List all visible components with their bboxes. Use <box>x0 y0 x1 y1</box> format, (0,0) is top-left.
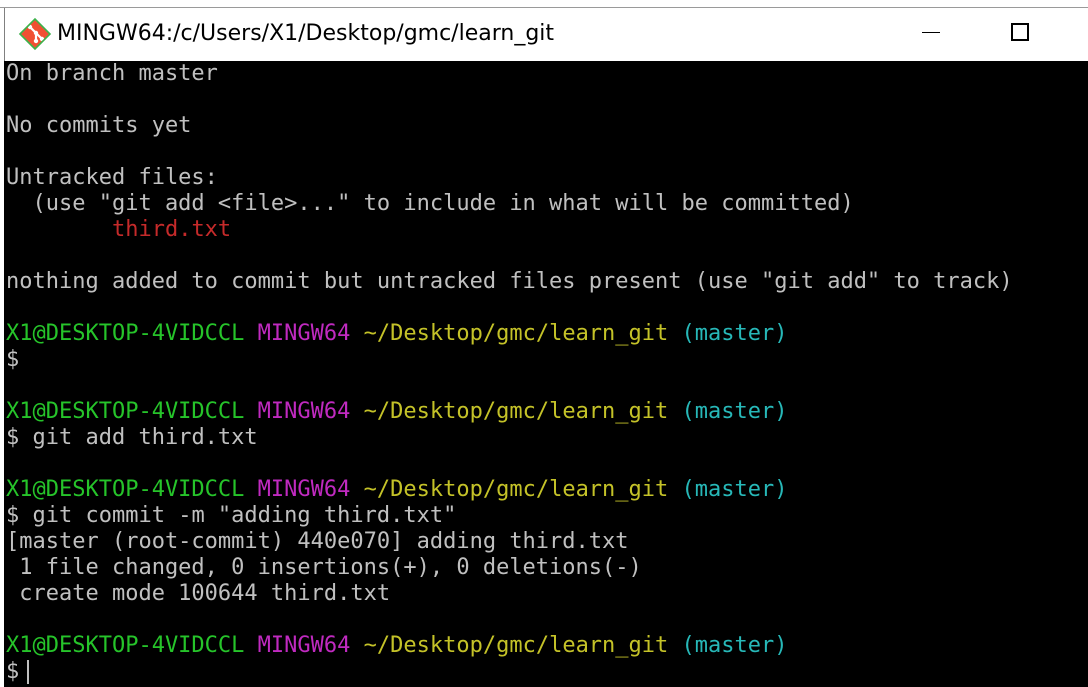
prompt-path: ~/Desktop/gmc/learn_git <box>363 321 669 346</box>
prompt-line-4: X1@DESKTOP-4VIDCCL MINGW64 ~/Desktop/gmc… <box>6 633 788 659</box>
prompt-user-host: X1@DESKTOP-4VIDCCL <box>6 399 245 424</box>
command-line-1: $ <box>6 347 33 373</box>
title-bar[interactable]: MINGW64:/c/Users/X1/Desktop/gmc/learn_gi… <box>4 8 1088 61</box>
command-text: git commit -m "adding third.txt" <box>32 503 457 528</box>
text-cursor <box>27 660 30 684</box>
untracked-hint: (use "git add <file>..." to include in w… <box>6 191 854 216</box>
untracked-header: Untracked files: <box>6 165 218 190</box>
git-bash-window: MINGW64:/c/Users/X1/Desktop/gmc/learn_gi… <box>0 0 1088 687</box>
status-branch-line: On branch master <box>6 61 218 86</box>
prompt-line-2: X1@DESKTOP-4VIDCCL MINGW64 ~/Desktop/gmc… <box>6 399 788 425</box>
commit-output-line-1: [master (root-commit) 440e070] adding th… <box>6 529 629 554</box>
prompt-system: MINGW64 <box>257 477 351 502</box>
prompt-system: MINGW64 <box>257 633 351 658</box>
window-title: MINGW64:/c/Users/X1/Desktop/gmc/learn_gi… <box>57 21 555 46</box>
status-commits-line: No commits yet <box>6 113 192 138</box>
prompt-branch: (master) <box>681 477 788 502</box>
file-indent <box>6 217 112 242</box>
prompt-symbol: $ <box>6 659 20 684</box>
prompt-symbol: $ <box>6 503 20 528</box>
prompt-branch: (master) <box>681 633 788 658</box>
command-line-3: $ git commit -m "adding third.txt" <box>6 503 456 529</box>
status-summary: nothing added to commit but untracked fi… <box>6 269 1013 294</box>
prompt-user-host: X1@DESKTOP-4VIDCCL <box>6 633 245 658</box>
prompt-user-host: X1@DESKTOP-4VIDCCL <box>6 477 245 502</box>
git-icon <box>18 17 52 51</box>
prompt-symbol: $ <box>6 425 20 450</box>
prompt-branch: (master) <box>681 321 788 346</box>
untracked-file-line: third.txt <box>6 217 231 243</box>
prompt-path: ~/Desktop/gmc/learn_git <box>363 477 669 502</box>
command-line-2: $ git add third.txt <box>6 425 258 451</box>
command-text: git add third.txt <box>32 425 258 450</box>
commit-output-line-3: create mode 100644 third.txt <box>6 581 391 606</box>
prompt-user-host: X1@DESKTOP-4VIDCCL <box>6 321 245 346</box>
minimize-button[interactable] <box>905 8 957 56</box>
prompt-system: MINGW64 <box>257 321 351 346</box>
command-line-4[interactable]: $ <box>6 659 30 685</box>
maximize-icon <box>1011 23 1029 41</box>
commit-output-line-2: 1 file changed, 0 insertions(+), 0 delet… <box>6 555 642 580</box>
minimize-icon <box>922 32 940 33</box>
prompt-path: ~/Desktop/gmc/learn_git <box>363 399 669 424</box>
background-window-strip <box>0 0 1088 8</box>
prompt-path: ~/Desktop/gmc/learn_git <box>363 633 669 658</box>
prompt-symbol: $ <box>6 347 20 372</box>
prompt-branch: (master) <box>681 399 788 424</box>
maximize-button[interactable] <box>995 8 1047 56</box>
untracked-file: third.txt <box>111 217 232 242</box>
prompt-system: MINGW64 <box>257 399 351 424</box>
prompt-line-1: X1@DESKTOP-4VIDCCL MINGW64 ~/Desktop/gmc… <box>6 321 788 347</box>
prompt-line-3: X1@DESKTOP-4VIDCCL MINGW64 ~/Desktop/gmc… <box>6 477 788 503</box>
terminal-output[interactable]: On branch master No commits yet Untracke… <box>4 61 1088 687</box>
